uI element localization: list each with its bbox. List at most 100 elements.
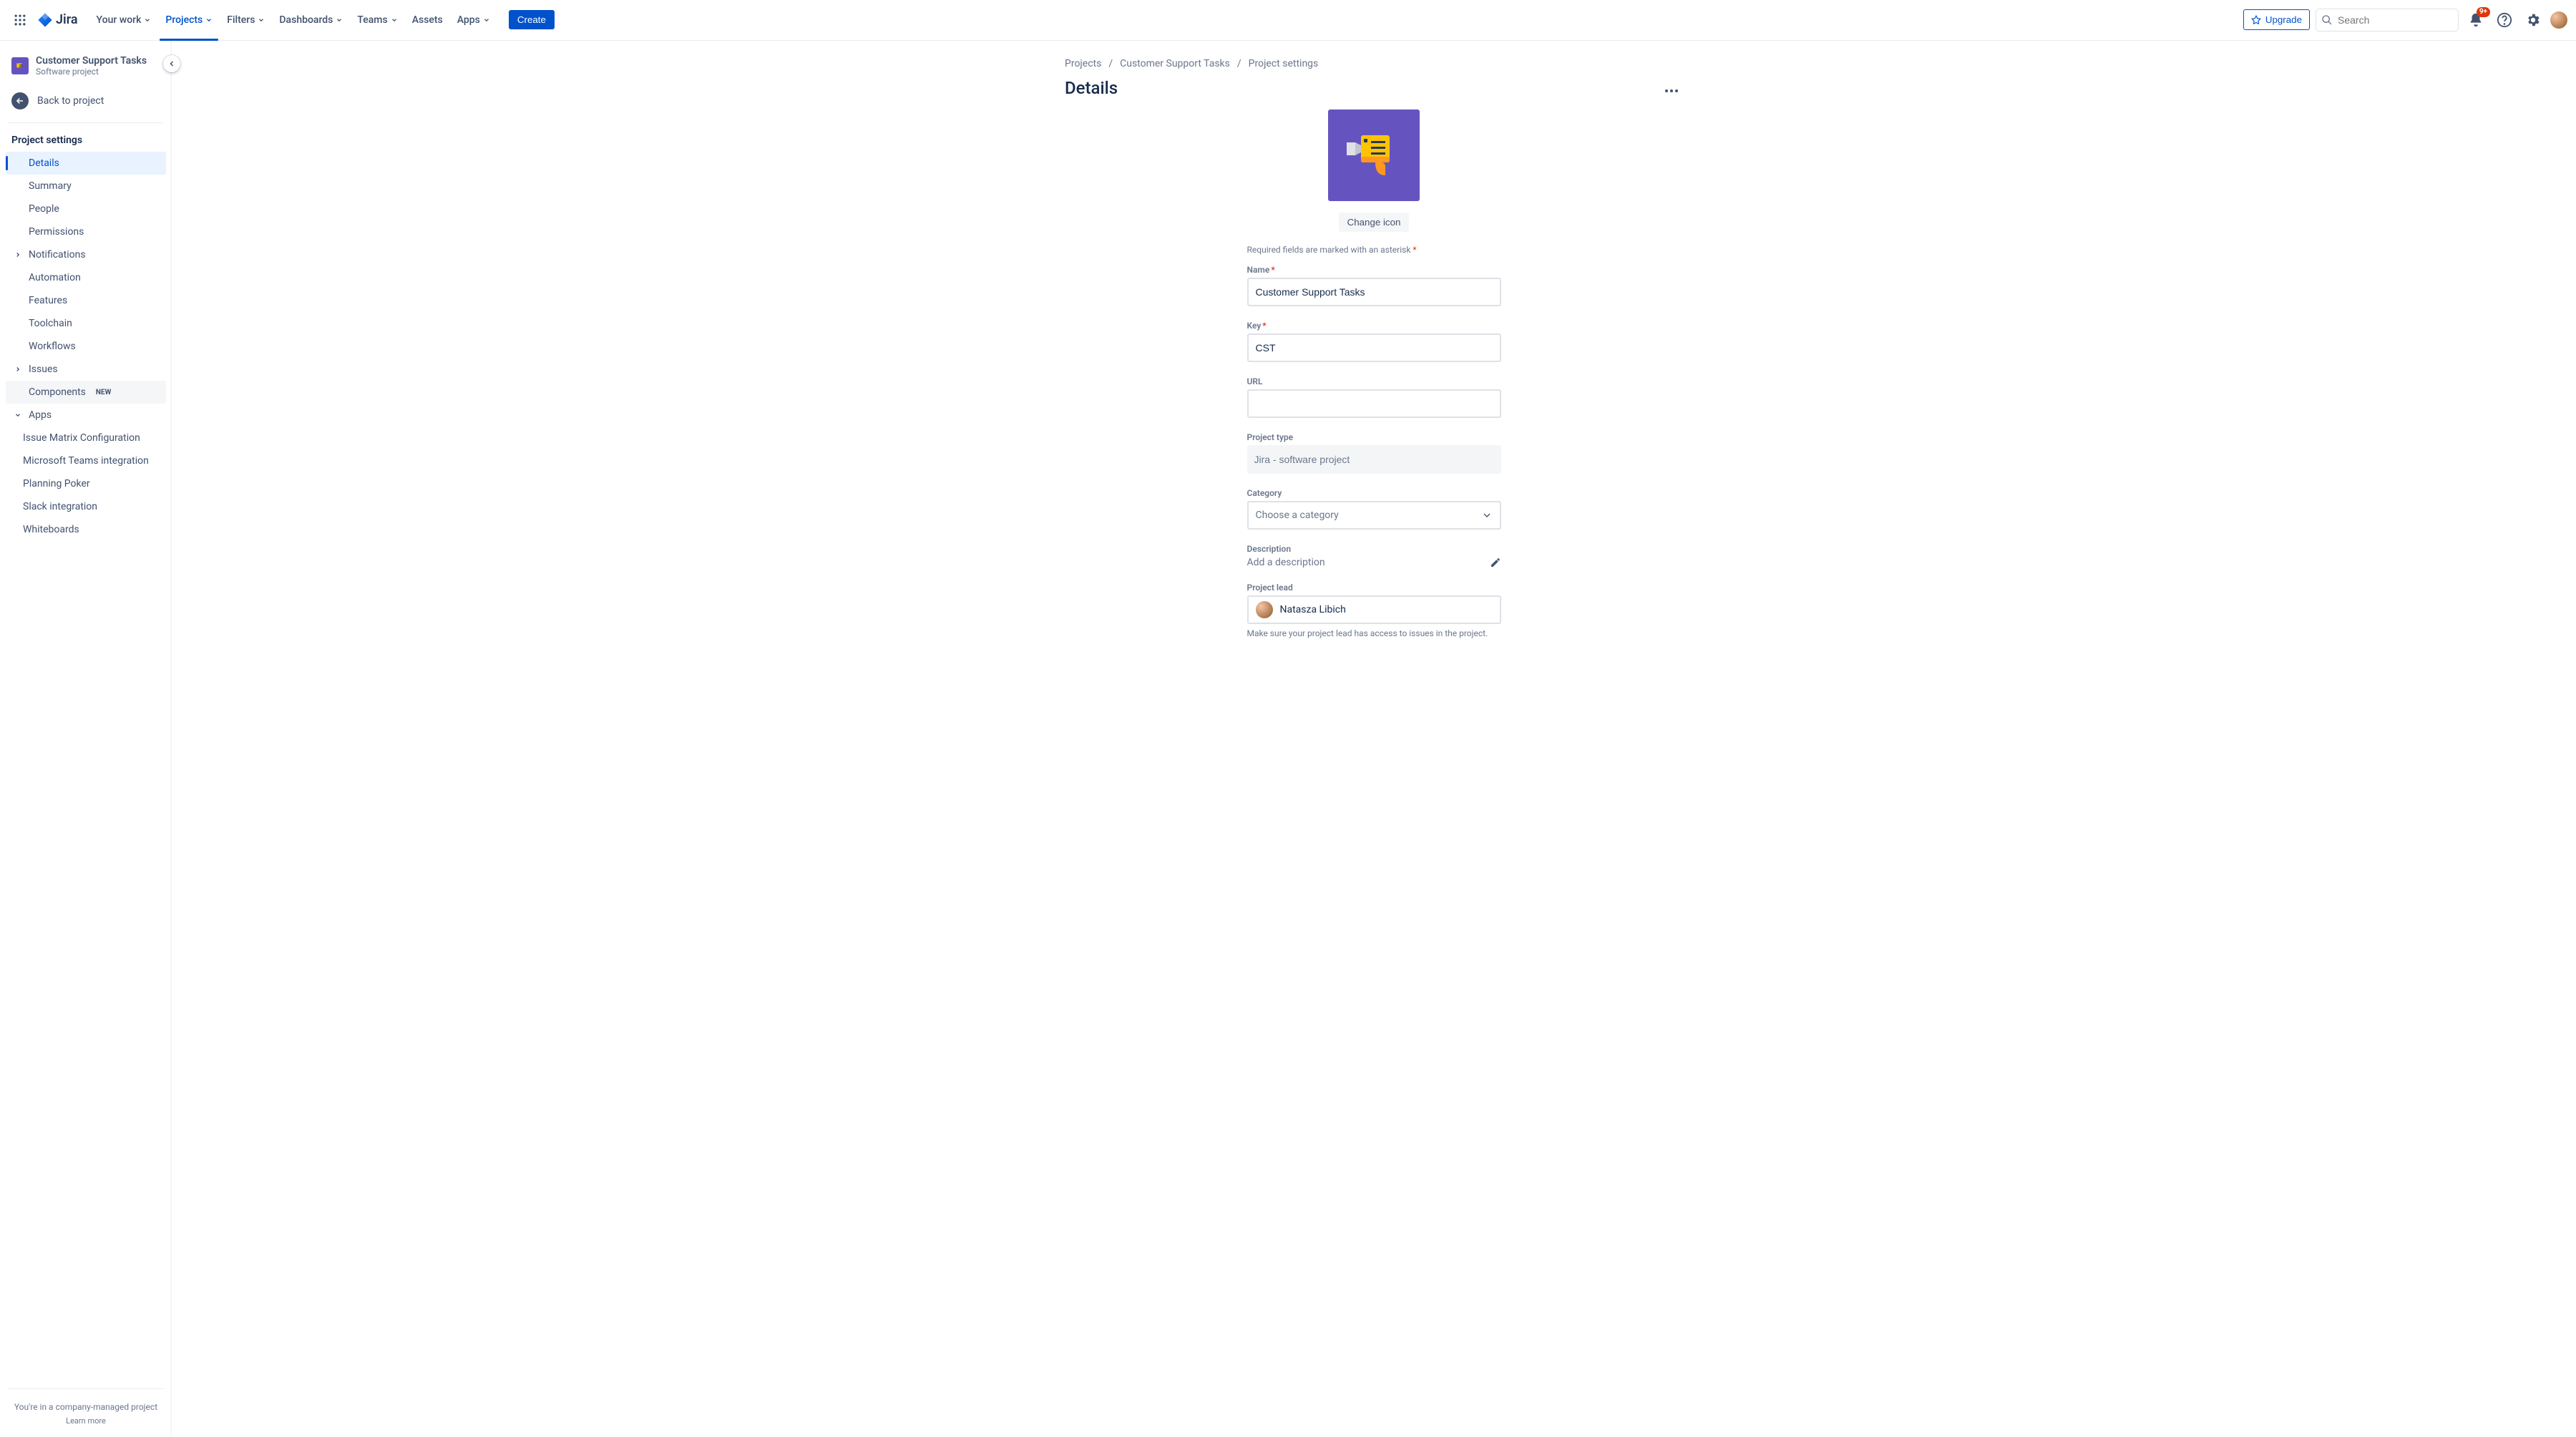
- nav-item-filters[interactable]: Filters: [221, 10, 270, 30]
- upgrade-button[interactable]: Upgrade: [2243, 9, 2310, 30]
- search-input[interactable]: [2316, 9, 2459, 31]
- jira-logo[interactable]: Jira: [34, 12, 81, 28]
- more-actions-button[interactable]: [1660, 79, 1683, 102]
- project-type-input: [1247, 445, 1501, 474]
- sidebar-item-summary[interactable]: Summary: [6, 175, 166, 198]
- create-button[interactable]: Create: [509, 10, 555, 29]
- sidebar-item-features[interactable]: Features: [6, 289, 166, 312]
- sidebar-item-issues[interactable]: Issues: [6, 358, 166, 381]
- sidebar-item-automation[interactable]: Automation: [6, 266, 166, 289]
- chevron-right-icon: [14, 251, 23, 258]
- app-switcher-icon[interactable]: [9, 9, 31, 31]
- search-box: [2316, 9, 2459, 31]
- edit-icon[interactable]: [1490, 557, 1501, 568]
- sidebar-item-people[interactable]: People: [6, 198, 166, 220]
- sidebar-item-toolchain[interactable]: Toolchain: [6, 312, 166, 335]
- chevron-right-icon: [14, 366, 23, 373]
- sidebar-item-label: Microsoft Teams integration: [23, 455, 149, 467]
- chevron-down-icon: [1481, 510, 1493, 521]
- category-select[interactable]: Choose a category: [1247, 501, 1501, 530]
- breadcrumb-item[interactable]: Project settings: [1249, 58, 1319, 69]
- breadcrumbs: Projects / Customer Support Tasks / Project …: [1065, 58, 1683, 69]
- url-input[interactable]: [1247, 389, 1501, 418]
- sidebar-item-apps[interactable]: Apps: [6, 404, 166, 427]
- breadcrumb-item[interactable]: Customer Support Tasks: [1120, 58, 1230, 69]
- back-label: Back to project: [37, 95, 104, 107]
- sidebar-item-label: Planning Poker: [23, 478, 90, 489]
- lead-avatar: [1256, 601, 1273, 618]
- breadcrumb-item[interactable]: Projects: [1065, 58, 1101, 69]
- sidebar-item-label: Automation: [29, 272, 81, 283]
- nav-item-teams[interactable]: Teams: [351, 10, 403, 30]
- project-icon-small: [11, 57, 29, 74]
- breadcrumb-separator: /: [1108, 58, 1113, 69]
- description-label: Description: [1247, 544, 1501, 554]
- project-type-label: Project type: [1247, 432, 1501, 442]
- nav-item-projects[interactable]: Projects: [160, 10, 218, 30]
- back-to-project-link[interactable]: Back to project: [0, 85, 172, 117]
- project-name: Customer Support Tasks: [36, 55, 147, 67]
- new-badge: NEW: [96, 389, 111, 396]
- nav-item-your-work[interactable]: Your work: [91, 10, 157, 30]
- project-header: Customer Support Tasks Software project: [0, 41, 172, 85]
- key-input[interactable]: [1247, 333, 1501, 362]
- nav-item-dashboards[interactable]: Dashboards: [273, 10, 348, 30]
- sidebar-item-label: Issues: [29, 364, 58, 375]
- url-label: URL: [1247, 376, 1501, 386]
- sidebar-item-whiteboards[interactable]: Whiteboards: [6, 518, 166, 541]
- sidebar-item-workflows[interactable]: Workflows: [6, 335, 166, 358]
- sidebar-item-notifications[interactable]: Notifications: [6, 243, 166, 266]
- chevron-down-icon: [391, 16, 398, 24]
- sidebar-item-label: Slack integration: [23, 501, 97, 512]
- chevron-down-icon: [258, 16, 265, 24]
- sidebar-item-slack-integration[interactable]: Slack integration: [6, 495, 166, 518]
- chevron-down-icon: [483, 16, 490, 24]
- nav-item-assets[interactable]: Assets: [406, 10, 449, 30]
- project-avatar-large: [1328, 109, 1420, 201]
- chevron-down-icon: [14, 411, 23, 419]
- sidebar-footer: You're in a company-managed project Lear…: [0, 1395, 172, 1437]
- sidebar-collapse-button[interactable]: [163, 55, 180, 72]
- key-label: Key*: [1247, 321, 1501, 331]
- jira-logo-text: Jira: [56, 12, 78, 27]
- lead-name: Natasza Libich: [1280, 604, 1346, 615]
- sidebar-item-label: Summary: [29, 180, 72, 192]
- back-arrow-icon: [11, 92, 29, 109]
- sidebar-item-label: Details: [29, 157, 59, 169]
- sidebar-item-label: Features: [29, 295, 67, 306]
- change-icon-button[interactable]: Change icon: [1339, 213, 1410, 232]
- name-label: Name*: [1247, 265, 1501, 275]
- page-title: Details: [1065, 78, 1118, 98]
- name-input[interactable]: [1247, 278, 1501, 306]
- project-lead-select[interactable]: Natasza Libich: [1247, 595, 1501, 624]
- sidebar-item-planning-poker[interactable]: Planning Poker: [6, 472, 166, 495]
- category-placeholder: Choose a category: [1256, 510, 1339, 521]
- breadcrumb-separator: /: [1237, 58, 1241, 69]
- nav-item-apps[interactable]: Apps: [452, 10, 496, 30]
- sidebar-item-label: Issue Matrix Configuration: [23, 432, 140, 444]
- help-button[interactable]: [2493, 9, 2516, 31]
- sidebar-item-label: People: [29, 203, 59, 215]
- sidebar-item-label: Notifications: [29, 249, 86, 260]
- chevron-down-icon: [336, 16, 343, 24]
- sidebar-item-details[interactable]: Details: [6, 152, 166, 175]
- footer-learn-more-link[interactable]: Learn more: [6, 1416, 166, 1426]
- sidebar-item-microsoft-teams-integration[interactable]: Microsoft Teams integration: [6, 449, 166, 472]
- upgrade-label: Upgrade: [2265, 14, 2302, 25]
- project-type-label: Software project: [36, 67, 147, 77]
- notifications-button[interactable]: 9+: [2464, 9, 2487, 31]
- settings-button[interactable]: [2522, 9, 2545, 31]
- sidebar: Customer Support Tasks Software project …: [0, 41, 172, 1437]
- description-placeholder[interactable]: Add a description: [1247, 557, 1484, 568]
- top-navigation: Jira Your workProjectsFiltersDashboardsT…: [0, 0, 2576, 40]
- sidebar-item-issue-matrix-configuration[interactable]: Issue Matrix Configuration: [6, 427, 166, 449]
- notification-badge: 9+: [2477, 7, 2490, 17]
- nav-menu: Your workProjectsFiltersDashboardsTeamsA…: [89, 10, 497, 30]
- profile-avatar[interactable]: [2550, 11, 2567, 29]
- sidebar-item-components[interactable]: Components NEW: [6, 381, 166, 404]
- sidebar-heading: Project settings: [0, 129, 172, 152]
- sidebar-item-label: Components: [29, 386, 86, 398]
- sidebar-item-label: Apps: [29, 409, 52, 421]
- upgrade-icon: [2251, 15, 2261, 25]
- sidebar-item-permissions[interactable]: Permissions: [6, 220, 166, 243]
